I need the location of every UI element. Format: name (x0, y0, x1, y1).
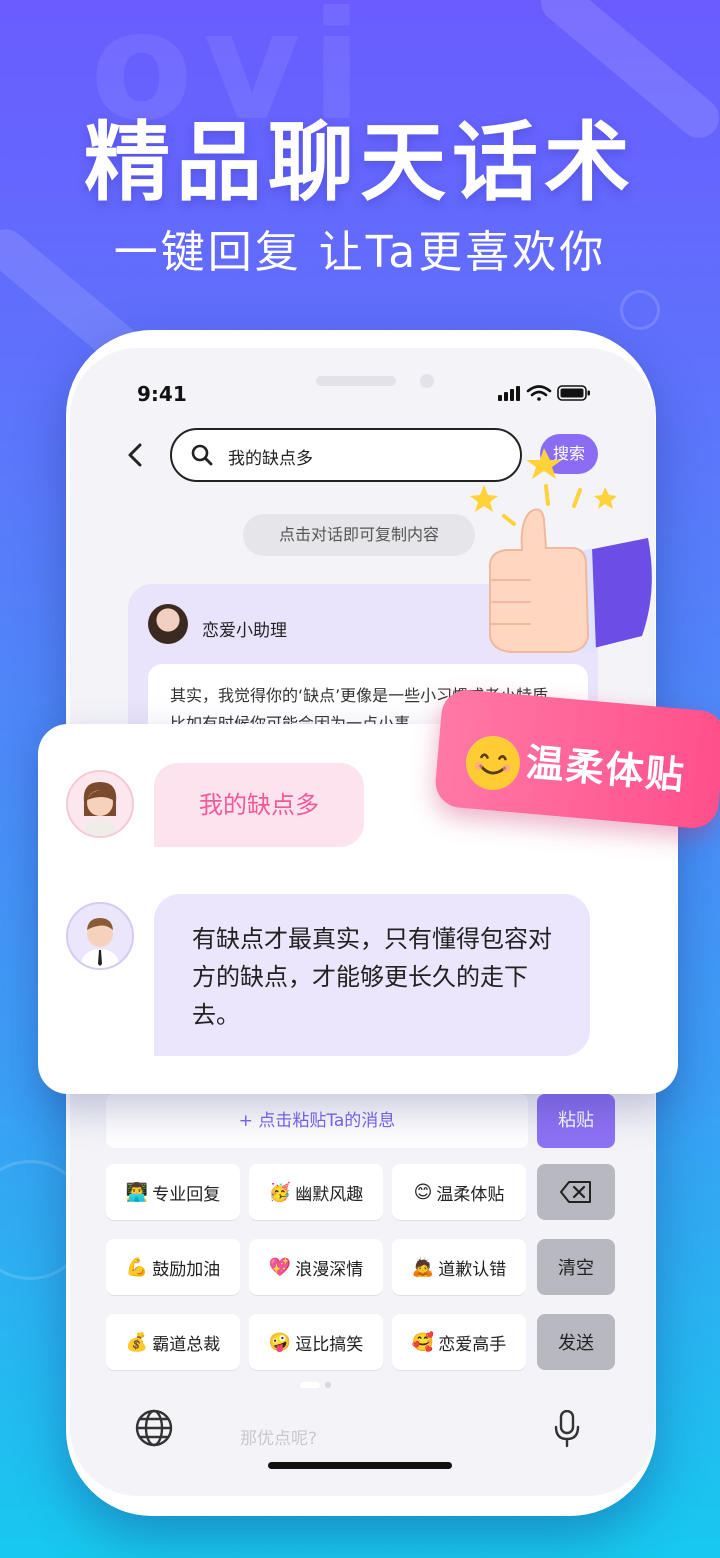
globe-icon[interactable] (134, 1408, 174, 1448)
style-key-love-master[interactable]: 🥰 恋爱高手 (392, 1314, 526, 1370)
signal-icon (498, 386, 520, 401)
style-key-humor[interactable]: 🥳 幽默风趣 (249, 1164, 383, 1220)
clear-button[interactable]: 清空 (537, 1239, 615, 1295)
status-time: 9:41 (137, 382, 187, 406)
microphone-icon[interactable] (554, 1410, 580, 1448)
paste-button[interactable]: 粘贴 (537, 1094, 615, 1148)
phone-speaker (316, 376, 396, 386)
style-key-encourage[interactable]: 💪 鼓励加油 (106, 1239, 240, 1295)
style-key-apology[interactable]: 🙇 道歉认错 (392, 1239, 526, 1295)
user-message-bubble[interactable]: 我的缺点多 (154, 763, 364, 847)
user-avatar (66, 770, 134, 838)
reply-message-bubble[interactable]: 有缺点才最真实，只有懂得包容对方的缺点，才能够更长久的走下去。 (154, 894, 590, 1056)
girl-avatar-icon (82, 782, 118, 836)
style-key-romantic[interactable]: 💖 浪漫深情 (249, 1239, 383, 1295)
wifi-icon (526, 385, 552, 401)
background-ring (620, 290, 660, 330)
delete-button[interactable] (537, 1164, 615, 1220)
hero-title: 精品聊天话术 (84, 113, 636, 213)
boy-avatar-icon (80, 918, 120, 968)
status-icons (498, 385, 590, 401)
reply-avatar (66, 902, 134, 970)
send-button[interactable]: 发送 (537, 1314, 615, 1370)
paste-message-bar[interactable]: + 点击粘贴Ta的消息 (106, 1094, 528, 1148)
search-query: 我的缺点多 (228, 449, 313, 469)
back-arrow-icon[interactable] (124, 442, 148, 468)
style-key-funny[interactable]: 🤪 逗比搞笑 (249, 1314, 383, 1370)
assistant-avatar (148, 604, 188, 644)
home-indicator (268, 1462, 452, 1469)
battery-icon (557, 385, 590, 401)
style-key-ceo[interactable]: 💰 霸道总裁 (106, 1314, 240, 1370)
thumbs-up-icon (470, 448, 652, 654)
backspace-icon (560, 1181, 591, 1203)
copy-hint: 点击对话即可复制内容 (243, 514, 475, 556)
search-icon (191, 444, 213, 466)
hero-subtitle: 一键回复 让Ta更喜欢你 (113, 227, 607, 278)
assistant-name: 恋爱小助理 (202, 621, 287, 641)
style-key-gentle[interactable]: 😊 温柔体贴 (392, 1164, 526, 1220)
style-key-professional[interactable]: 👨‍💻 专业回复 (106, 1164, 240, 1220)
page-indicator (300, 1382, 331, 1388)
input-ghost-text: 那优点呢? (240, 1429, 318, 1449)
phone-camera (420, 374, 434, 388)
